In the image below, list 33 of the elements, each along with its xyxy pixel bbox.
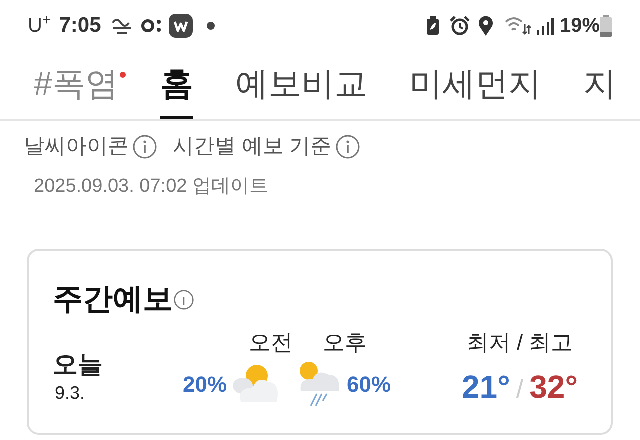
tab[interactable]: #폭염 <box>34 52 118 119</box>
info-icon[interactable] <box>133 134 157 159</box>
info-link[interactable]: 날씨아이콘 <box>24 131 129 162</box>
column-header: 최저 / 최고 <box>466 329 574 357</box>
clock: 7:05 <box>59 13 102 40</box>
day-label: 오늘 <box>53 352 104 380</box>
rain-chance: 60% <box>347 370 392 398</box>
dot-icon <box>207 22 216 30</box>
wifi-icon <box>504 16 532 36</box>
carrier: U$^{+}$ <box>28 11 52 39</box>
battery-percent: 19% <box>560 14 600 39</box>
tab[interactable]: 미세먼지 <box>409 52 542 119</box>
alarm-icon <box>450 16 470 36</box>
info-icon[interactable] <box>174 290 194 310</box>
info-link[interactable]: 시간별 예보 기준 <box>173 131 332 162</box>
location-icon <box>478 16 494 36</box>
temp-separator: / <box>516 373 524 406</box>
card-title: 주간예보 <box>53 282 173 318</box>
date: 9.3. <box>54 382 86 404</box>
low-temp: 21° <box>462 368 510 407</box>
battery-icon <box>600 15 612 37</box>
high-temp: 32° <box>530 368 578 407</box>
column-header: 오전 <box>249 329 293 357</box>
battery-saver-icon <box>426 16 440 36</box>
rain-chance: 20% <box>183 370 228 398</box>
signal-icon <box>536 17 554 35</box>
update-time: 2025.09.03. 07:02 업데이트 <box>33 174 270 198</box>
tab[interactable]: 홈 <box>160 52 194 119</box>
column-header: 오후 <box>323 329 367 357</box>
tab[interactable]: 지 <box>583 52 616 119</box>
tab[interactable]: 예보비교 <box>235 52 368 119</box>
info-icon[interactable] <box>336 134 360 159</box>
app-icon <box>169 14 194 38</box>
